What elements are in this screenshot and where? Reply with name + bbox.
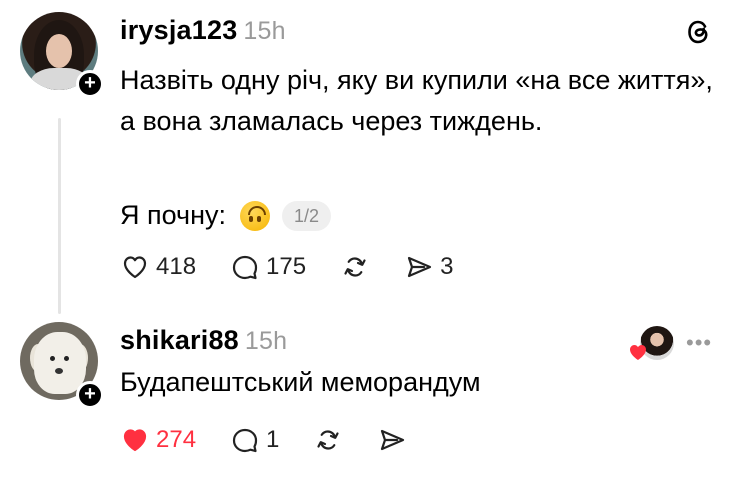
post-actions: 274 1 xyxy=(120,425,441,455)
start-text: Я почну: xyxy=(120,200,227,230)
share-button[interactable] xyxy=(377,425,407,455)
heart-icon xyxy=(123,256,147,279)
heart-icon xyxy=(123,429,147,452)
comment-count: 1 xyxy=(266,426,280,453)
share-button[interactable]: 3 xyxy=(404,252,453,282)
comment-icon xyxy=(232,428,258,453)
repost-icon xyxy=(344,257,366,277)
repost-button[interactable] xyxy=(340,252,370,282)
post-text: Назвіть одну річ, яку ви купили «на все … xyxy=(120,65,713,136)
more-icon[interactable]: ••• xyxy=(686,330,712,356)
post-username[interactable]: irysja123 15h xyxy=(120,15,286,46)
threads-logo-icon[interactable] xyxy=(684,17,714,47)
repost-button[interactable] xyxy=(313,425,343,455)
post-text: Будапештський меморандум xyxy=(120,367,481,397)
like-count: 274 xyxy=(156,426,197,453)
comment-icon xyxy=(232,255,258,280)
like-button[interactable]: 418 xyxy=(120,252,196,282)
page-indicator: 1/2 xyxy=(282,200,332,231)
post-continuation: Я почну: 1/2 xyxy=(120,195,332,236)
username-text[interactable]: shikari88 xyxy=(120,325,239,355)
share-icon xyxy=(381,429,405,451)
heart-icon xyxy=(630,345,646,360)
thread-line xyxy=(58,118,61,314)
post-actions: 418 175 3 xyxy=(120,252,487,282)
comment-button[interactable]: 1 xyxy=(230,425,279,455)
follow-plus-icon[interactable]: + xyxy=(76,381,104,409)
comment-button[interactable]: 175 xyxy=(230,252,306,282)
post-time: 15h xyxy=(243,17,286,45)
follow-plus-icon[interactable]: + xyxy=(76,70,104,98)
share-icon xyxy=(407,256,432,278)
comment-count: 175 xyxy=(266,253,307,280)
repost-icon xyxy=(317,430,340,450)
upside-down-face-icon xyxy=(240,200,271,231)
username-text[interactable]: irysja123 xyxy=(120,15,237,45)
like-button[interactable]: 274 xyxy=(120,425,196,455)
post-time: 15h xyxy=(244,327,288,355)
share-count: 3 xyxy=(440,253,454,280)
like-count: 418 xyxy=(156,253,197,280)
post-username[interactable]: shikari88 15h xyxy=(120,325,287,356)
